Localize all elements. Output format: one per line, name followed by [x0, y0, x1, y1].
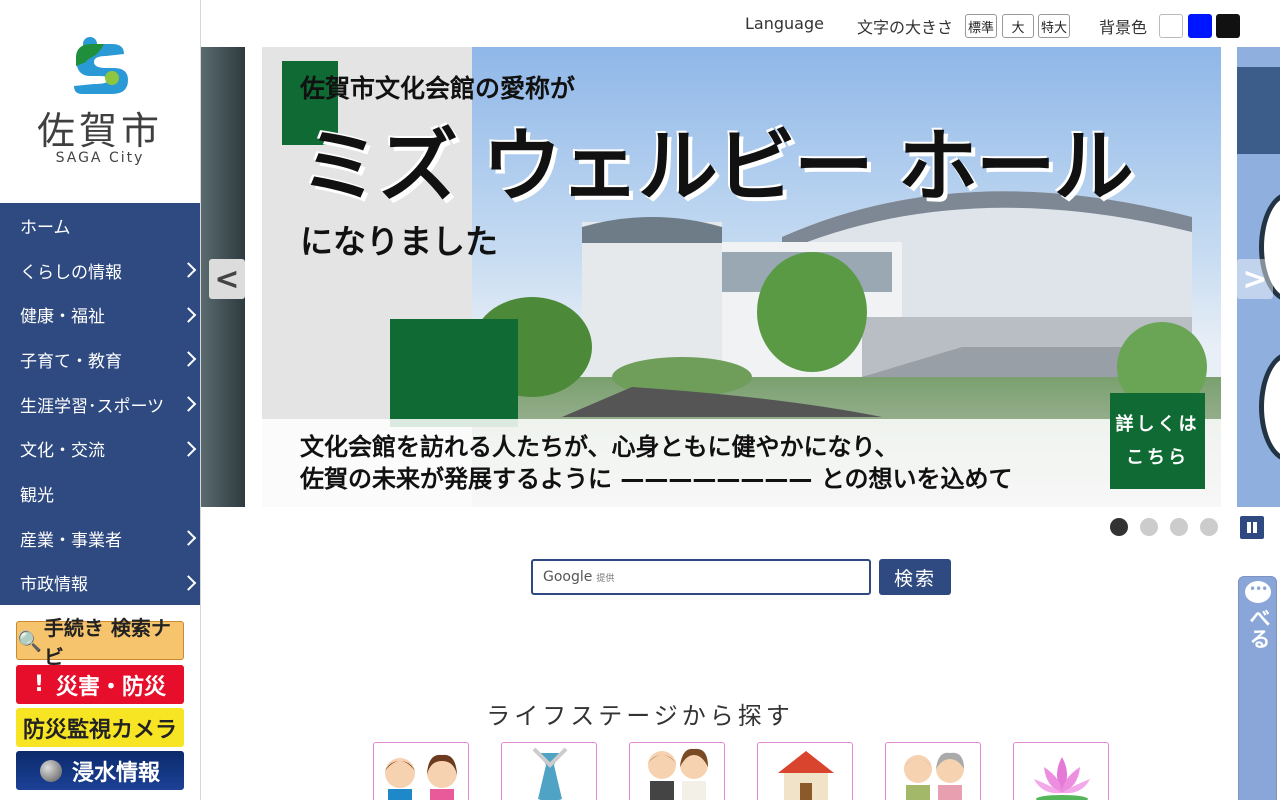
- flood-info-button[interactable]: 浸水情報: [16, 751, 184, 790]
- nav-item-2[interactable]: 健康・福祉: [0, 292, 200, 337]
- hero-carousel: 佐賀市文化会館の愛称が ミズ ウェルビー ホール になりました 文化会館を訪れる…: [201, 47, 1280, 508]
- carousel-dot-1[interactable]: [1110, 518, 1128, 536]
- chatbot-button[interactable]: チャットボットで調べる: [1238, 576, 1280, 800]
- chevron-right-icon: [180, 396, 197, 412]
- logo-subtitle: SAGA City: [55, 150, 145, 166]
- chevron-right-icon: [180, 262, 197, 278]
- slide-caption-line1: 文化会館を訪れる人たちが、心身ともに健やかになり、: [300, 433, 899, 461]
- nav-item-label: 健康・福祉: [20, 307, 105, 328]
- site-logo[interactable]: 佐賀市 SAGA City: [0, 0, 200, 203]
- chat-bubble-icon: [1245, 581, 1271, 603]
- carousel-dot-2[interactable]: [1140, 518, 1158, 536]
- language-link[interactable]: Language: [745, 14, 824, 33]
- nav-item-0[interactable]: ホーム: [0, 203, 200, 248]
- main-nav: ホームくらしの情報 健康・福祉子育て・教育生涯学習･スポーツ 文化・交流観光産業・事…: [0, 203, 200, 605]
- elderly-couple-icon: [904, 752, 964, 800]
- nav-item-3[interactable]: 子育て・教育: [0, 337, 200, 382]
- search-provider-note: 提供: [596, 574, 615, 584]
- carousel-dot-4[interactable]: [1200, 518, 1218, 536]
- nav-item-label: 産業・事業者: [20, 530, 122, 551]
- chevron-right-icon: [180, 306, 197, 323]
- life-stage-marriage-card[interactable]: [629, 742, 725, 800]
- carousel-dot-3[interactable]: [1170, 518, 1188, 536]
- exclamation-icon: !: [33, 672, 45, 697]
- nav-item-label: くらしの情報: [20, 262, 122, 283]
- disaster-camera-button[interactable]: 防災監視カメラ: [16, 708, 184, 747]
- green-accent-block: [390, 319, 518, 427]
- nav-item-4[interactable]: 生涯学習･スポーツ: [0, 382, 200, 427]
- nav-item-6[interactable]: 観光: [0, 471, 200, 516]
- procedure-search-navi-label: 手続き 検索ナビ: [43, 615, 171, 669]
- site-search-input[interactable]: Google 提供: [531, 559, 871, 595]
- slide-hall-name: ミズ ウェルビー ホール: [300, 120, 1134, 213]
- globe-icon: [39, 759, 62, 782]
- nav-item-label: ホーム: [20, 217, 71, 238]
- chevron-right-icon: [180, 575, 197, 591]
- nav-item-label: 子育て・教育: [20, 351, 122, 372]
- lotus-icon: [1034, 757, 1090, 800]
- couple-icon: [648, 748, 708, 800]
- nav-item-label: 市政情報: [20, 575, 88, 596]
- life-stage-end-of-life-card[interactable]: [1013, 742, 1109, 800]
- nav-item-label: 文化・交流: [20, 441, 105, 462]
- slide-details-button[interactable]: 詳しくは こちら: [1110, 393, 1205, 489]
- life-stage-adult-card[interactable]: [501, 742, 597, 800]
- slide-headline-end: になりました: [300, 222, 498, 261]
- nav-item-7[interactable]: 産業・事業者: [0, 516, 200, 561]
- slide-headline: 佐賀市文化会館の愛称が: [300, 74, 576, 103]
- life-stage-title: ライフステージから探す: [486, 702, 794, 730]
- magnifier-document-icon: 🔍: [17, 628, 42, 653]
- life-stage-children-card[interactable]: [373, 742, 469, 800]
- font-size-large-button[interactable]: 大: [1002, 14, 1034, 38]
- chevron-right-icon: [180, 351, 197, 368]
- search-provider: Google: [543, 569, 593, 585]
- necktie-icon: [532, 747, 568, 800]
- disaster-camera-label: 防災監視カメラ: [22, 717, 177, 743]
- background-color-label: 背景色: [1099, 18, 1148, 37]
- utility-bar: Language 文字の大きさ 標準 大 特大 背景色: [201, 0, 1280, 47]
- nav-item-label: 観光: [20, 486, 54, 507]
- font-size-xlarge-button[interactable]: 特大: [1038, 14, 1070, 38]
- sidebar: 佐賀市 SAGA City ホームくらしの情報 健康・福祉子育て・教育生涯学習･ス…: [0, 0, 201, 800]
- search-button[interactable]: 検索: [879, 559, 951, 595]
- slide-details-label: 詳しくは: [1115, 414, 1200, 435]
- life-stage-housing-card[interactable]: [757, 742, 853, 800]
- bg-white-swatch[interactable]: [1159, 14, 1183, 38]
- chevron-right-icon: [180, 441, 197, 457]
- current-slide[interactable]: 佐賀市文化会館の愛称が ミズ ウェルビー ホール になりました 文化会館を訪れる…: [262, 47, 1221, 507]
- disaster-prevention-button[interactable]: ! 災害・防災: [16, 665, 184, 704]
- life-stage-elderly-card[interactable]: [885, 742, 981, 800]
- flood-info-label: 浸水情報: [71, 760, 160, 786]
- carousel-pause-button[interactable]: [1240, 516, 1264, 539]
- house-icon: [778, 751, 834, 800]
- nav-item-8[interactable]: 市政情報: [0, 561, 200, 606]
- disaster-prevention-label: 災害・防災: [56, 674, 167, 700]
- carousel-next-button[interactable]: >: [1237, 259, 1273, 299]
- nav-item-5[interactable]: 文化・交流: [0, 427, 200, 472]
- nav-item-label: 生涯学習･スポーツ: [20, 396, 165, 417]
- nav-item-1[interactable]: くらしの情報: [0, 248, 200, 293]
- font-size-standard-button[interactable]: 標準: [965, 14, 997, 38]
- carousel-prev-button[interactable]: <: [209, 259, 245, 299]
- font-size-label: 文字の大きさ: [857, 18, 954, 37]
- google-branding: Google 提供: [543, 569, 614, 585]
- slide-caption-line2: 佐賀の未来が発展するように ———————— との想いを込めて: [300, 465, 1013, 493]
- bg-blue-swatch[interactable]: [1188, 14, 1212, 38]
- bg-black-swatch[interactable]: [1216, 14, 1240, 38]
- procedure-search-navi-button[interactable]: 🔍 手続き 検索ナビ: [16, 616, 184, 669]
- logo-name: 佐賀市: [36, 109, 163, 153]
- chatbot-label: チャットボットで調べる: [1247, 607, 1280, 796]
- saga-city-logo-icon: [74, 37, 128, 94]
- slide-details-label: こちら: [1126, 447, 1189, 468]
- chevron-right-icon: [180, 530, 197, 547]
- children-icon: [385, 754, 457, 800]
